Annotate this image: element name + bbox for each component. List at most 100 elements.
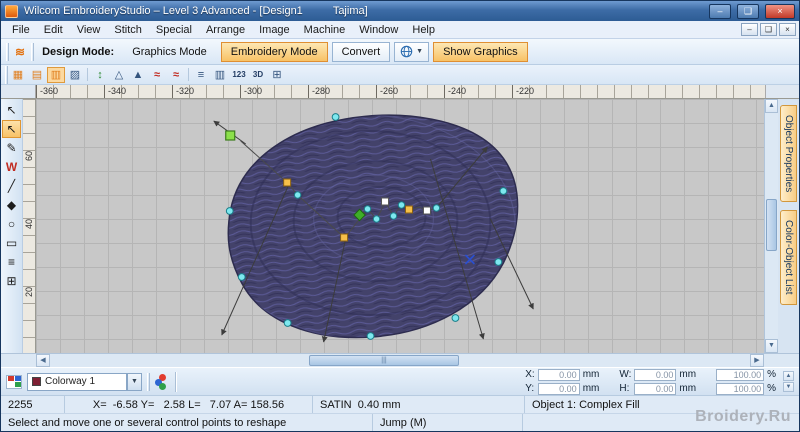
toolbar-grip[interactable]	[147, 372, 150, 391]
menu-file[interactable]: File	[5, 23, 37, 37]
scale-x-field[interactable]: 100.00	[716, 368, 765, 381]
ruler-corner[interactable]	[1, 85, 36, 98]
minimize-button[interactable]: –	[709, 3, 731, 19]
rectangle-tool[interactable]: ▭	[2, 234, 21, 252]
doc-close-button[interactable]: ×	[779, 23, 796, 36]
design-svg	[213, 113, 534, 343]
globe-dropdown-arrow[interactable]: ▼	[416, 48, 423, 55]
maximize-button[interactable]: ❑	[737, 3, 759, 19]
menu-image[interactable]: Image	[252, 23, 297, 37]
tab-color-object-list[interactable]: Color-Object List	[780, 210, 797, 305]
horizontal-scroll-thumb[interactable]: |||	[309, 355, 459, 366]
3d-view-icon[interactable]: 3D	[249, 67, 267, 83]
stitch-view-icon[interactable]: ▥	[47, 66, 65, 83]
entry-point-handle[interactable]	[225, 130, 236, 141]
reshape-tool[interactable]: ↖	[2, 120, 21, 138]
hint-bar: Select and move one or several control p…	[1, 413, 799, 431]
vertical-ruler[interactable]: 60 40 20	[23, 99, 36, 353]
stitch-count: 2255	[1, 396, 65, 413]
colorway-select[interactable]: Colorway 1	[27, 372, 127, 391]
pattern-icon[interactable]: ▨	[66, 67, 84, 83]
embroidery-mode-button[interactable]: Embroidery Mode	[220, 41, 328, 62]
w-field[interactable]: 0.00	[634, 368, 677, 381]
menu-help[interactable]: Help	[405, 23, 442, 37]
colorway-dropdown-arrow[interactable]: ▼	[127, 372, 142, 391]
x-field[interactable]: 0.00	[537, 368, 580, 381]
y-label: Y:	[525, 383, 535, 394]
horizontal-scroll-track[interactable]: |||	[50, 354, 750, 367]
stitch-wave-icon[interactable]: ≈	[148, 67, 166, 83]
toolbar-grip[interactable]	[6, 42, 9, 61]
embroidery-object[interactable]	[227, 114, 519, 339]
convert-button[interactable]: Convert	[331, 41, 391, 62]
triangle-outline-icon[interactable]: △	[110, 67, 128, 83]
stitch-wave2-icon[interactable]: ≈	[167, 67, 185, 83]
vertical-scroll-thumb[interactable]	[766, 198, 777, 251]
globe-icon	[400, 45, 413, 58]
menu-special[interactable]: Special	[149, 23, 199, 37]
colorway-swatch	[32, 377, 41, 386]
stitch-icon: ≋	[15, 44, 26, 59]
overview-icon[interactable]: ▥	[211, 67, 229, 83]
grid-tool[interactable]: ⊞	[2, 272, 21, 290]
main-area: ↖ ↖ ✎ W ╱ ◆ ○ ▭ ≡ ⊞ 60 40 20 ▲ ▼ Object …	[1, 99, 799, 353]
toolbar-separator	[175, 371, 177, 392]
menu-edit[interactable]: Edit	[37, 23, 70, 37]
resequence-icon[interactable]: ↕	[91, 67, 109, 83]
triangle-fill-icon[interactable]: ▲	[129, 67, 147, 83]
design-canvas[interactable]	[36, 99, 764, 353]
app-logo-icon	[5, 4, 18, 18]
spin-down-button[interactable]: ▼	[783, 382, 794, 392]
colorway-bar: Colorway 1 ▼ X: 0.00 mm W: 0.00 mm 100.0…	[1, 367, 799, 395]
hoop-globe-button[interactable]: ▼	[394, 41, 430, 62]
scale-y-field[interactable]: 100.00	[716, 382, 765, 395]
stitch-numbers-icon[interactable]: 123	[230, 67, 248, 83]
doc-minimize-button[interactable]: –	[741, 23, 758, 36]
ruler-tick: -280	[308, 85, 376, 98]
vertical-scrollbar[interactable]: ▲ ▼	[764, 99, 778, 353]
vertical-scroll-track[interactable]	[765, 113, 778, 339]
scroll-right-button[interactable]: ▶	[750, 354, 764, 367]
menu-arrange[interactable]: Arrange	[199, 23, 252, 37]
horizontal-ruler[interactable]: -360 -340 -320 -300 -280 -260 -240 -220	[36, 85, 765, 98]
scroll-down-button[interactable]: ▼	[765, 339, 778, 353]
close-button[interactable]: ×	[765, 3, 795, 19]
show-graphics-button[interactable]: Show Graphics	[433, 41, 528, 62]
color-wheel-icon[interactable]	[155, 374, 170, 390]
scroll-up-button[interactable]: ▲	[765, 99, 778, 113]
menu-machine[interactable]: Machine	[297, 23, 353, 37]
lettering-tool[interactable]: W	[2, 158, 21, 176]
tab-object-properties[interactable]: Object Properties	[780, 105, 797, 203]
hoop-icon[interactable]: ⊞	[268, 67, 286, 83]
y-field[interactable]: 0.00	[537, 382, 580, 395]
travel-mode-indicator: Jump (M)	[373, 414, 523, 431]
window-title-machine: Tajima]	[332, 5, 368, 17]
ellipse-tool[interactable]: ○	[2, 215, 21, 233]
doc-restore-button[interactable]: ❑	[760, 23, 777, 36]
stitch-grid-icon[interactable]: ▦	[9, 67, 27, 83]
stitch-table-icon[interactable]: ▤	[28, 67, 46, 83]
run-stitch-tool[interactable]: ╱	[2, 177, 21, 195]
h-field[interactable]: 0.00	[634, 382, 677, 395]
ruler-tick: 60	[24, 151, 34, 162]
complex-fill-tool[interactable]: ◆	[2, 196, 21, 214]
window-title: Wilcom EmbroideryStudio – Level 3 Advanc…	[24, 5, 303, 17]
ruler-cap	[765, 85, 799, 98]
menu-window[interactable]: Window	[352, 23, 405, 37]
scroll-left-button[interactable]: ◀	[36, 354, 50, 367]
graphics-mode-button[interactable]: Graphics Mode	[122, 42, 217, 62]
columns-icon[interactable]: ≡	[192, 67, 210, 83]
ruler-tick: -360	[36, 85, 104, 98]
freehand-tool[interactable]: ✎	[2, 139, 21, 157]
toolbar-grip[interactable]	[31, 42, 35, 61]
spin-up-button[interactable]: ▲	[783, 371, 794, 381]
menu-stitch[interactable]: Stitch	[107, 23, 149, 37]
icon-toolbar: ▦ ▤ ▥ ▨ ↕ △ ▲ ≈ ≈ ≡ ▥ 123 3D ⊞	[1, 65, 799, 85]
menu-view[interactable]: View	[70, 23, 108, 37]
thread-colors-icon[interactable]	[6, 374, 22, 389]
column-tool[interactable]: ≡	[2, 253, 21, 271]
select-tool[interactable]: ↖	[2, 101, 21, 119]
horizontal-scrollbar[interactable]: ◀ ||| ▶	[1, 353, 799, 367]
toolbar-grip[interactable]	[5, 65, 8, 84]
h-unit: mm	[679, 383, 697, 394]
